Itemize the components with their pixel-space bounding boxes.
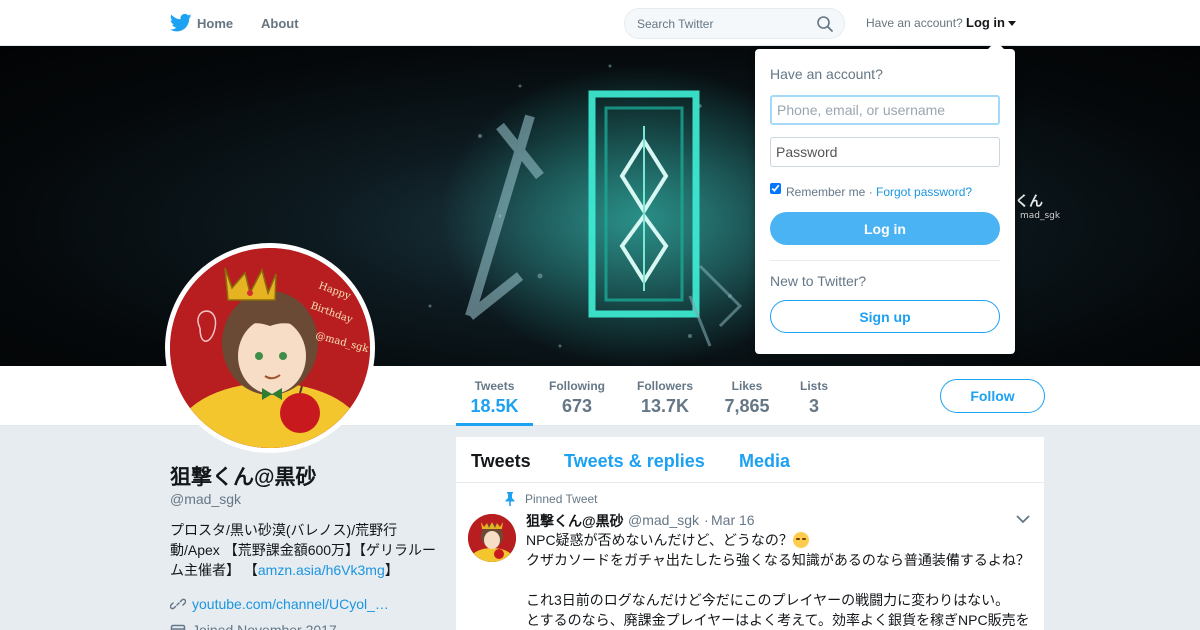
profile-handle: @mad_sgk [170, 491, 242, 507]
tab-tweets[interactable]: Tweets [471, 451, 531, 472]
bio-end: 】 [384, 562, 399, 578]
remember-me-label: Remember me · [786, 185, 873, 199]
login-button[interactable]: Log in [770, 212, 1000, 245]
profile-name[interactable]: 狙撃くん@黒砂 [170, 461, 316, 491]
tweet-author-handle[interactable]: @mad_sgk [628, 512, 699, 528]
profile-website-link[interactable]: youtube.com/channel/UCyol_… [192, 596, 389, 612]
have-account-text: Have an account? [866, 16, 963, 30]
remember-text: Remember me [786, 185, 866, 199]
timeline-tabs: Tweets Tweets & replies Media [456, 437, 1044, 483]
stat-label: Likes [731, 379, 763, 393]
calendar-icon [170, 624, 186, 630]
tweet-separator: · [704, 512, 709, 528]
stat-value: 673 [561, 396, 593, 416]
stat-value: 18.5K [470, 396, 519, 416]
chevron-down-icon[interactable] [1016, 514, 1030, 524]
follow-button[interactable]: Follow [940, 379, 1045, 413]
search-icon[interactable] [816, 15, 834, 33]
stat-lists[interactable]: Lists 3 [790, 366, 838, 426]
twitter-bird-icon[interactable] [170, 13, 192, 33]
tweet-avatar[interactable] [468, 514, 516, 562]
stat-followers[interactable]: Followers 13.7K [628, 366, 702, 426]
tab-tweets-replies[interactable]: Tweets & replies [564, 451, 705, 472]
stat-label: Lists [799, 379, 828, 393]
username-field[interactable] [770, 95, 1000, 125]
top-nav: Home About Search Twitter Have an accoun… [0, 0, 1200, 46]
tweet-author-name[interactable]: 狙撃くん@黒砂 [526, 511, 624, 531]
stat-likes[interactable]: Likes 7,865 [717, 366, 777, 426]
tab-media[interactable]: Media [739, 451, 790, 472]
tweet-line-4: とするのなら、廃課金プレイヤーはよく考えて。効率よく銀貨を稼ぎNPC販売を [526, 612, 1030, 628]
stat-label: Followers [636, 379, 693, 393]
stat-following[interactable]: Following 673 [540, 366, 614, 426]
remember-me-checkbox[interactable] [770, 183, 781, 194]
login-menu-toggle[interactable]: Log in [966, 15, 1005, 30]
profile-joined-date: Joined November 2017 [192, 622, 337, 630]
tweet-date[interactable]: Mar 16 [711, 512, 755, 528]
stat-value: 7,865 [724, 396, 770, 416]
emoji-icon [792, 532, 809, 548]
avatar-illustration: Happy Birthday @mad_sgk [170, 248, 370, 448]
tweet-text: NPC疑惑が否めないんだけど、どうなの？ クザカソードをガチャ出たしたら強くなる知… [526, 530, 1036, 630]
remember-separator: · [868, 185, 873, 199]
stat-value: 3 [808, 396, 819, 416]
signup-button[interactable]: Sign up [770, 300, 1000, 333]
pin-icon [505, 492, 515, 506]
dropdown-title: Have an account? [770, 66, 883, 82]
timeline: Tweets Tweets & replies Media Pinned Twe… [456, 437, 1044, 630]
search-input[interactable]: Search Twitter [637, 17, 713, 31]
stat-label: Tweets [474, 379, 515, 393]
divider [770, 260, 1000, 261]
bio-link[interactable]: amzn.asia/h6Vk3mg [258, 562, 385, 578]
forgot-password-link[interactable]: Forgot password? [876, 185, 972, 199]
tweet-line-1: NPC疑惑が否めないんだけど、どうなの？ [526, 532, 793, 548]
profile-bio: プロスタ/黒い砂漠(バレノス)/荒野行動/Apex 【荒野課金額600万】【ゲリ… [170, 520, 440, 580]
new-to-twitter-label: New to Twitter? [770, 273, 867, 289]
profile-avatar[interactable]: Happy Birthday @mad_sgk [165, 243, 375, 453]
svg-text:mad_sgk: mad_sgk [1020, 211, 1061, 221]
caret-down-icon[interactable] [1008, 21, 1016, 26]
stat-tweets[interactable]: Tweets 18.5K [456, 366, 533, 426]
login-dropdown: Have an account? Remember me · Forgot pa… [755, 41, 1015, 354]
nav-home-link[interactable]: Home [197, 16, 233, 31]
svg-text:くん: くん [1015, 194, 1043, 210]
password-field[interactable] [770, 137, 1000, 167]
stat-label: Following [549, 379, 605, 393]
pinned-tweet-label: Pinned Tweet [525, 492, 598, 506]
search-box[interactable]: Search Twitter [624, 8, 845, 39]
tweet-line-3: これ3日前のログなんだけど今だにこのプレイヤーの戦闘力に変わりはない。 [526, 592, 1010, 608]
tweet-avatar-image [468, 514, 516, 562]
stat-value: 13.7K [640, 396, 690, 416]
nav-about-link[interactable]: About [261, 16, 299, 31]
dropdown-arrow [988, 41, 1004, 49]
tweet-line-2: クザカソードをガチャ出たしたら強くなる知識があるのなら普通装備するよね？ [526, 552, 1030, 568]
link-icon [170, 598, 186, 610]
